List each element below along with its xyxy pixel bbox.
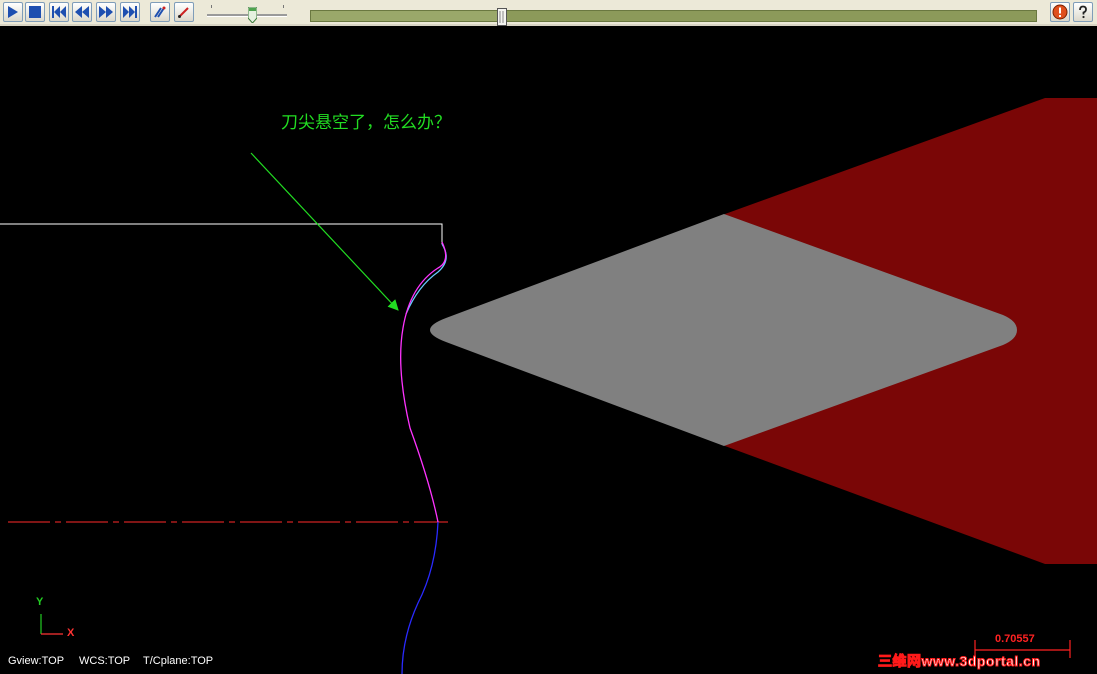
last-step-button[interactable] bbox=[120, 2, 140, 22]
scene-canvas bbox=[0, 98, 1097, 674]
annotation-arrow bbox=[250, 152, 399, 311]
toolpath-icon bbox=[154, 6, 166, 18]
toolpath-cyan-segment bbox=[405, 243, 447, 315]
stop-icon bbox=[29, 6, 41, 18]
path-display-button[interactable] bbox=[150, 2, 170, 22]
graphics-viewport[interactable]: 刀尖悬空了，怎么办？ Y X Gview:TOP WCS:TOP T/Cplan… bbox=[0, 28, 1097, 674]
help-icon bbox=[1079, 5, 1087, 19]
step-back-button[interactable] bbox=[72, 2, 92, 22]
simulation-progress-fill bbox=[311, 11, 500, 21]
progress-handle[interactable] bbox=[497, 8, 507, 26]
fast-forward-icon bbox=[99, 6, 113, 18]
tcplane-status: T/Cplane:TOP bbox=[143, 655, 214, 667]
pencil-icon bbox=[178, 7, 189, 18]
stop-warning-button[interactable] bbox=[1050, 2, 1070, 22]
play-icon bbox=[8, 6, 18, 18]
simulation-progress-bar[interactable] bbox=[310, 10, 1037, 22]
speed-slider-thumb[interactable] bbox=[247, 7, 257, 23]
skip-to-end-icon bbox=[123, 6, 137, 18]
step-forward-button[interactable] bbox=[96, 2, 116, 22]
tool-display-button[interactable] bbox=[174, 2, 194, 22]
axis-indicator bbox=[40, 614, 63, 635]
help-button[interactable] bbox=[1073, 2, 1093, 22]
play-button[interactable] bbox=[3, 2, 23, 22]
speed-slider[interactable] bbox=[205, 3, 289, 23]
wcs-status: WCS:TOP bbox=[79, 655, 131, 667]
x-axis-label: X bbox=[67, 627, 75, 639]
part-outline bbox=[0, 223, 443, 244]
simulation-toolbar bbox=[0, 0, 1097, 26]
toolpath-blue-segment bbox=[401, 521, 439, 674]
annotation-text: 刀尖悬空了，怎么办？ bbox=[281, 113, 451, 133]
toolpath-magenta-segment bbox=[400, 241, 447, 523]
alert-icon bbox=[1052, 4, 1068, 20]
scale-value: 0.70557 bbox=[995, 633, 1035, 645]
gview-status: Gview:TOP bbox=[8, 655, 65, 667]
rewind-icon bbox=[75, 6, 89, 18]
first-step-button[interactable] bbox=[49, 2, 69, 22]
y-axis-label: Y bbox=[36, 596, 44, 608]
verify-window: 刀尖悬空了，怎么办？ Y X Gview:TOP WCS:TOP T/Cplan… bbox=[0, 0, 1097, 674]
watermark: 三维网www.3dportal.cn bbox=[878, 653, 1041, 670]
skip-to-start-icon bbox=[52, 6, 66, 18]
stop-button[interactable] bbox=[25, 2, 45, 22]
